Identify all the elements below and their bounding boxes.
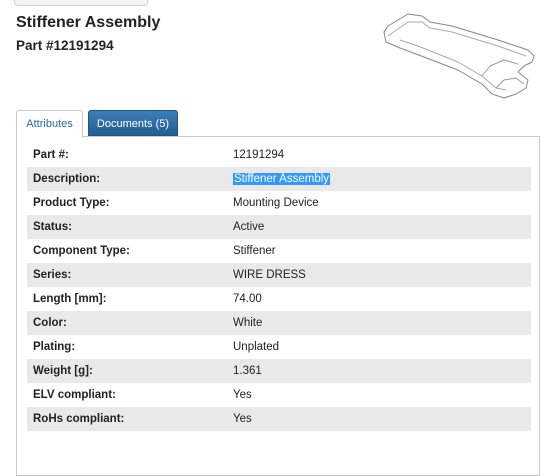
attribute-label: Color:	[27, 311, 227, 335]
attribute-value: Mounting Device	[233, 197, 319, 209]
attribute-value: 12191294	[233, 149, 285, 161]
attribute-row: Color: White	[27, 311, 531, 335]
attribute-label: Plating:	[33, 341, 76, 353]
selected-text[interactable]: Stiffener Assembly	[233, 173, 331, 185]
attribute-row: RoHs compliant: Yes	[27, 407, 531, 431]
attribute-value: Unplated	[233, 341, 280, 353]
attribute-row: Plating: Unplated	[27, 335, 531, 359]
tab-attributes[interactable]: Attributes	[16, 110, 83, 138]
attribute-label: ELV compliant:	[33, 389, 116, 401]
attribute-value: 74.00	[233, 293, 262, 305]
attribute-value: Yes	[233, 389, 252, 401]
attribute-value: WIRE DRESS	[227, 263, 531, 287]
attribute-label: Series:	[27, 263, 227, 287]
top-button-partial[interactable]	[14, 0, 148, 6]
attribute-row: Status: Active	[27, 215, 531, 239]
attribute-label: Product Type:	[33, 197, 110, 209]
attribute-row: Component Type: Stiffener	[27, 239, 531, 263]
attribute-label: Part #:	[33, 149, 69, 161]
attributes-panel: Part #: 12191294 Description: Stiffener Ass…	[16, 136, 540, 476]
attribute-row: Part #: 12191294	[27, 143, 531, 167]
attribute-value: Yes	[227, 407, 531, 431]
attribute-label: Length [mm]:	[33, 293, 107, 305]
attribute-label: Weight [g]:	[27, 359, 227, 383]
attribute-value: 1.361	[227, 359, 531, 383]
attribute-label: Status:	[27, 215, 227, 239]
attribute-row: ELV compliant: Yes	[27, 383, 531, 407]
attribute-label: RoHs compliant:	[27, 407, 227, 431]
attributes-table: Part #: 12191294 Description: Stiffener Ass…	[27, 143, 531, 431]
attribute-row: Series: WIRE DRESS	[27, 263, 531, 287]
attribute-label: Component Type:	[33, 245, 130, 257]
attribute-row: Length [mm]: 74.00	[27, 287, 531, 311]
attribute-row: Product Type: Mounting Device	[27, 191, 531, 215]
attribute-label: Description:	[27, 167, 227, 191]
attribute-value: Stiffener Assembly	[227, 167, 531, 191]
tab-documents[interactable]: Documents (5)	[88, 110, 178, 136]
part-number-heading: Part #12191294	[16, 38, 114, 53]
product-image	[383, 13, 535, 99]
attribute-value: White	[227, 311, 531, 335]
attribute-row: Weight [g]: 1.361	[27, 359, 531, 383]
product-title: Stiffener Assembly	[16, 14, 161, 31]
attribute-row: Description: Stiffener Assembly	[27, 167, 531, 191]
attribute-value: Stiffener	[233, 245, 276, 257]
attribute-value: Active	[227, 215, 531, 239]
